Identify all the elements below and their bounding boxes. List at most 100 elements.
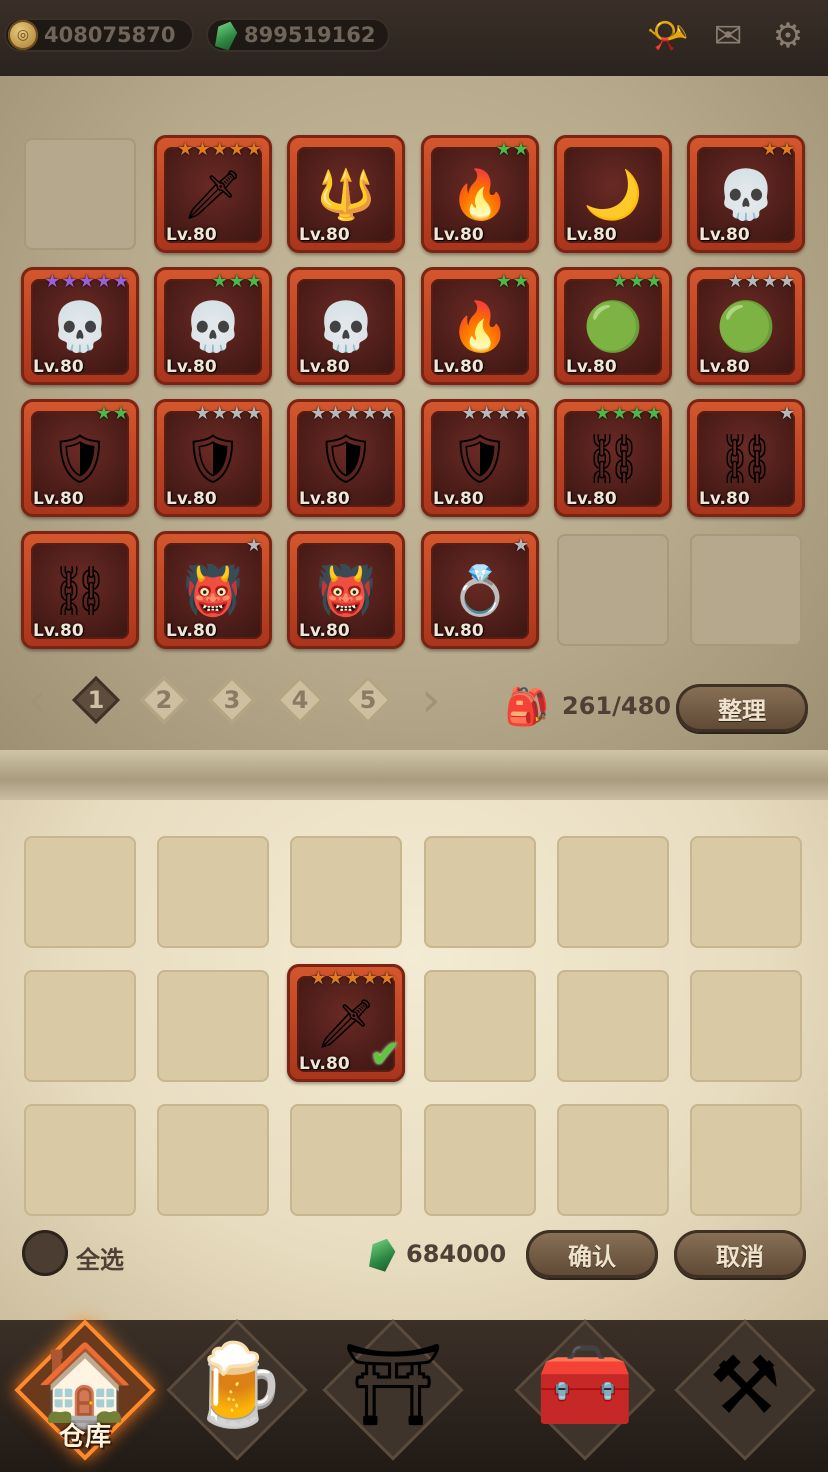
equipment-item[interactable]: 💀 Lv.80 ★ ★ ★	[154, 267, 272, 385]
star-icon: ★	[645, 403, 662, 424]
select-all-checkbox[interactable]	[22, 1230, 68, 1276]
equipment-item[interactable]: 🟢 Lv.80 ★ ★ ★	[554, 267, 672, 385]
selection-slot[interactable]	[157, 836, 269, 948]
purple-armor-icon: 🛡	[449, 430, 511, 487]
page-number: 4	[291, 686, 309, 714]
equipment-item[interactable]: 🟢 Lv.80 ★ ★ ★ ★	[687, 267, 805, 385]
nav-treasure-chest-button[interactable]: 🧰	[510, 1305, 660, 1465]
equipment-item[interactable]: 🔱 Lv.80	[287, 135, 405, 253]
gold-counter[interactable]: ◎ 408075870	[4, 18, 194, 52]
forge-cauldron-icon: ⚒	[709, 1338, 781, 1432]
gem-counter[interactable]: 899519162	[206, 18, 390, 52]
star-icon: ★	[211, 403, 228, 424]
nav-forge-cauldron-button[interactable]: ⚒	[670, 1305, 820, 1465]
page-1-button[interactable]: 1	[71, 675, 121, 725]
star-icon: ★	[611, 403, 628, 424]
page-4-button[interactable]: 4	[275, 675, 325, 725]
selection-slot[interactable]	[157, 1104, 269, 1216]
page-number: 3	[223, 686, 241, 714]
star-icon: ★	[228, 271, 245, 292]
equipment-item[interactable]: 💀 Lv.80 ★ ★	[687, 135, 805, 253]
selection-slot[interactable]	[24, 836, 136, 948]
selection-slot[interactable]	[557, 836, 669, 948]
confirm-button[interactable]: 确认	[526, 1230, 658, 1278]
page-2-button[interactable]: 2	[139, 675, 189, 725]
page-3-button[interactable]: 3	[207, 675, 257, 725]
selection-slot[interactable]	[24, 1104, 136, 1216]
empty-slot[interactable]	[24, 138, 136, 250]
item-level: Lv.80	[699, 225, 750, 245]
equipment-item[interactable]: 🗡 Lv.80 ★ ★ ★ ★ ★ ✔	[287, 964, 405, 1082]
settings-icon[interactable]: ⚙	[766, 14, 810, 58]
equipment-item[interactable]: 💍 Lv.80 ★	[421, 531, 539, 649]
selection-slot[interactable]	[557, 1104, 669, 1216]
item-level: Lv.80	[33, 621, 84, 641]
star-icon: ★	[194, 403, 211, 424]
equipment-item[interactable]: 🔥 Lv.80 ★ ★	[421, 267, 539, 385]
selection-slot[interactable]	[690, 970, 802, 1082]
empty-slot[interactable]	[690, 534, 802, 646]
next-page-arrow-icon[interactable]: ›	[416, 672, 446, 728]
star-icon: ★	[112, 271, 129, 292]
equipment-item[interactable]: ⛓ Lv.80 ★	[687, 399, 805, 517]
item-stars: ★ ★	[96, 403, 129, 424]
item-level: Lv.80	[433, 357, 484, 377]
item-level: Lv.80	[699, 489, 750, 509]
dark-staff-icon: 🔱	[316, 166, 376, 223]
nav-warehouse-button[interactable]: 🏠 仓库	[10, 1305, 160, 1465]
item-level: Lv.80	[166, 225, 217, 245]
equipment-item[interactable]: 🗡 Lv.80 ★ ★ ★ ★ ★	[154, 135, 272, 253]
prev-page-arrow-icon[interactable]: ‹	[22, 672, 52, 728]
selection-slot[interactable]	[290, 836, 402, 948]
star-icon: ★	[211, 271, 228, 292]
equipment-item[interactable]: 💀 Lv.80 ★ ★ ★ ★ ★	[21, 267, 139, 385]
item-level: Lv.80	[166, 489, 217, 509]
backpack-icon: 🎒	[504, 687, 550, 728]
star-icon: ★	[344, 968, 361, 989]
equipment-item[interactable]: ⛓ Lv.80	[21, 531, 139, 649]
equipment-item[interactable]: 💀 Lv.80	[287, 267, 405, 385]
equipment-item[interactable]: ⛓ Lv.80 ★ ★ ★ ★	[554, 399, 672, 517]
equipment-item[interactable]: 🔥 Lv.80 ★ ★	[421, 135, 539, 253]
page-5-button[interactable]: 5	[343, 675, 393, 725]
equipment-item[interactable]: 👹 Lv.80 ★	[154, 531, 272, 649]
selection-slot[interactable]	[24, 970, 136, 1082]
selection-slot[interactable]	[424, 836, 536, 948]
equipment-item[interactable]: 🌙 Lv.80	[554, 135, 672, 253]
equipment-item[interactable]: 🛡 Lv.80 ★ ★ ★ ★	[154, 399, 272, 517]
horn-icon[interactable]: 📯	[646, 14, 690, 58]
star-icon: ★	[778, 403, 795, 424]
nav-portal-gate-button[interactable]: ⛩	[318, 1305, 468, 1465]
selection-slot[interactable]	[690, 836, 802, 948]
nav-tavern-mug-button[interactable]: 🍺	[162, 1305, 312, 1465]
selection-slot[interactable]	[424, 1104, 536, 1216]
selection-slot[interactable]	[557, 970, 669, 1082]
sort-button[interactable]: 整理	[676, 684, 808, 732]
item-level: Lv.80	[566, 489, 617, 509]
selection-slot[interactable]	[290, 1104, 402, 1216]
selection-slot[interactable]	[157, 970, 269, 1082]
selection-slot[interactable]	[690, 1104, 802, 1216]
star-icon: ★	[194, 139, 211, 160]
star-icon: ★	[478, 403, 495, 424]
star-icon: ★	[78, 271, 95, 292]
mail-icon[interactable]: ✉	[706, 14, 750, 58]
flame-ring-icon: 💍	[450, 562, 510, 619]
star-icon: ★	[344, 403, 361, 424]
star-icon: ★	[378, 968, 395, 989]
equipment-item[interactable]: 🛡 Lv.80 ★ ★ ★ ★	[421, 399, 539, 517]
treasure-chest-icon: 🧰	[535, 1338, 635, 1431]
blue-armor-icon: 🛡	[182, 430, 244, 487]
equipment-item[interactable]: 🛡 Lv.80 ★ ★ ★ ★ ★	[287, 399, 405, 517]
equipment-item[interactable]: 🛡 Lv.80 ★ ★	[21, 399, 139, 517]
item-level: Lv.80	[433, 621, 484, 641]
item-level: Lv.80	[33, 357, 84, 377]
item-stars: ★	[779, 403, 795, 424]
equipment-item[interactable]: 👹 Lv.80	[287, 531, 405, 649]
empty-slot[interactable]	[557, 534, 669, 646]
star-icon: ★	[512, 403, 529, 424]
star-icon: ★	[112, 403, 129, 424]
star-icon: ★	[628, 271, 645, 292]
selection-slot[interactable]	[424, 970, 536, 1082]
cancel-button[interactable]: 取消	[674, 1230, 806, 1278]
